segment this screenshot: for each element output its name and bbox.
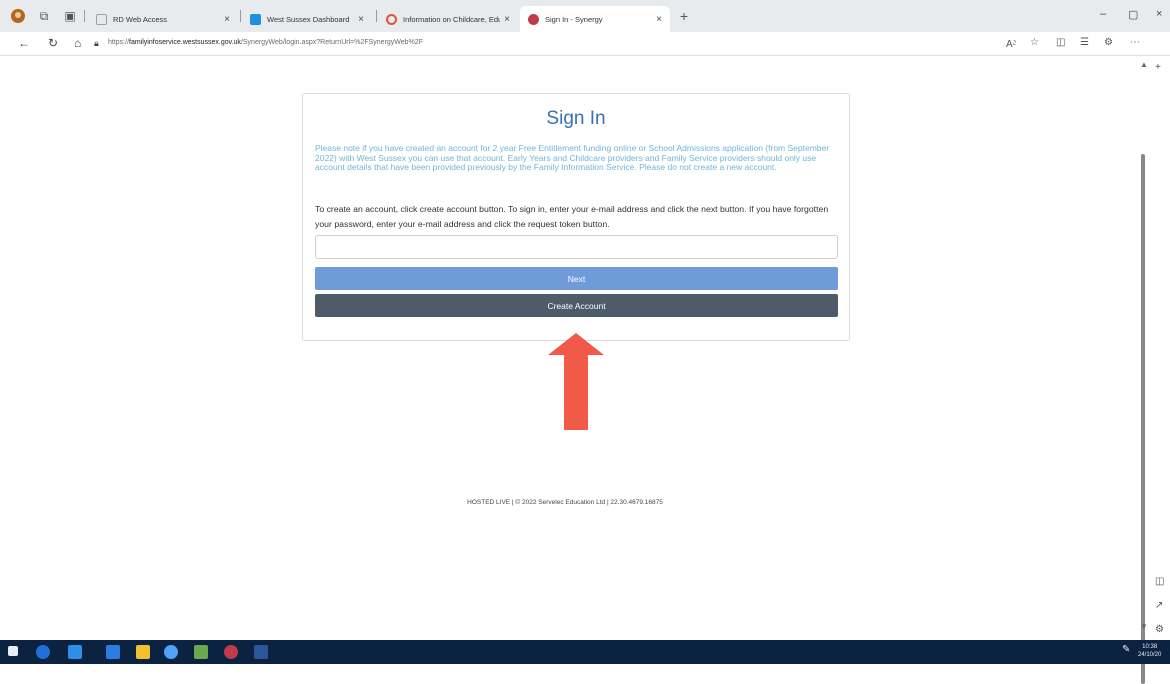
close-icon[interactable]: × [656,14,662,25]
sign-in-card: Sign In Please note if you have created … [302,93,850,341]
url-prefix: https:// [108,39,130,46]
sidebar-tools: + ◫ ↗ ⚙ [1152,56,1170,640]
annotation-arrow-icon [548,333,604,430]
clock-date: 24/10/20 [1138,652,1162,658]
email-field[interactable] [315,235,838,259]
tab-label: Sign In - Synergy [545,14,603,24]
address-bar-row: ← ↻ ⌂ 🔒︎ https://familyinfoservice.wests… [0,32,1170,56]
tab-information-childcare[interactable]: Information on Childcare, Educa × [378,6,518,32]
read-aloud-icon[interactable]: A⁲ [1006,37,1016,50]
teams-icon[interactable] [68,645,82,659]
footer-text: HOSTED LIVE | © 2022 Servelec Education … [467,499,663,506]
scroll-down-icon[interactable]: ▼ [1140,622,1148,631]
synergy-logo-icon [528,13,539,25]
word-icon[interactable] [254,645,268,659]
tab-separator [84,10,85,22]
clock[interactable]: 10:38 24/10/20 [1138,643,1161,659]
favorite-star-icon[interactable]: ☆ [1030,37,1039,48]
url-path: /SynergyWeb/login.aspx?ReturnUrl=%2FSyne… [240,39,423,46]
more-menu-icon[interactable]: ⋯ [1130,37,1140,48]
profile-avatar-icon[interactable] [10,8,26,24]
panel-icon[interactable]: ◫ [1155,576,1164,587]
extensions-icon[interactable]: ⚙ [1104,37,1113,48]
back-button[interactable]: ← [18,36,30,50]
close-icon[interactable]: × [504,14,510,25]
scroll-up-icon[interactable]: ▲ [1140,60,1148,69]
close-icon[interactable]: × [358,14,364,25]
add-tool-icon[interactable]: + [1155,62,1161,73]
browser-tab-bar: ⧉ ▣ RD Web Access × West Sussex Dashboar… [0,0,1170,32]
url-field[interactable]: https://familyinfoservice.westsussex.gov… [108,39,423,46]
minimize-button[interactable]: – [1100,8,1106,20]
home-button[interactable]: ⌂ [74,36,81,50]
scrollbar-thumb[interactable] [1141,154,1145,684]
slack-icon[interactable] [194,645,208,659]
clock-time: 10:38 [1142,644,1158,650]
next-button[interactable]: Next [315,267,838,290]
tab-label: Information on Childcare, Educa [403,14,501,24]
tab-west-sussex-dashboard[interactable]: West Sussex Dashboard × [242,6,372,32]
open-external-icon[interactable]: ↗ [1155,600,1163,611]
pen-icon[interactable]: ✎ [1122,645,1130,655]
tab-label: West Sussex Dashboard [267,14,350,24]
instructions-text: To create an account, click create accou… [315,204,829,229]
maximize-button[interactable]: ▢ [1128,8,1138,21]
tab-separator [376,10,377,22]
dashboard-icon [250,13,261,25]
close-icon[interactable]: × [224,14,230,25]
tab-label: RD Web Access [113,14,168,24]
split-screen-icon[interactable]: ◫ [1056,37,1065,48]
tab-actions-icon[interactable]: ▣ [62,8,78,24]
edge-browser-icon[interactable] [164,645,178,659]
favorites-icon[interactable]: ☰ [1080,37,1089,48]
windows-taskbar: ✎ 10:38 24/10/20 [0,640,1170,664]
settings-gear-icon[interactable]: ⚙ [1155,624,1164,635]
file-explorer-icon[interactable] [106,645,120,659]
lock-icon[interactable]: 🔒︎ [94,38,99,49]
windows-start-icon[interactable] [8,646,18,656]
tab-rd-web-access[interactable]: RD Web Access × [88,6,238,32]
url-host: familyinfoservice.westsussex.gov.uk [129,39,241,46]
tab-separator [240,10,241,22]
page-scrollbar[interactable]: ▲ ▼ [1138,56,1150,684]
tab-sign-in-synergy[interactable]: Sign In - Synergy × [520,6,670,32]
new-tab-button[interactable]: + [676,8,692,24]
page-title: Sign In [546,108,606,129]
site-logo-icon [386,13,397,25]
folder-icon[interactable] [136,645,150,659]
close-window-button[interactable]: × [1156,8,1162,20]
page-icon [96,13,107,25]
search-icon[interactable] [36,645,50,659]
workspaces-icon[interactable]: ⧉ [36,8,52,24]
refresh-button[interactable]: ↻ [48,36,58,50]
account-notice: Please note if you have created an accou… [315,143,830,173]
synergy-app-icon[interactable] [224,645,238,659]
create-account-button[interactable]: Create Account [315,294,838,317]
